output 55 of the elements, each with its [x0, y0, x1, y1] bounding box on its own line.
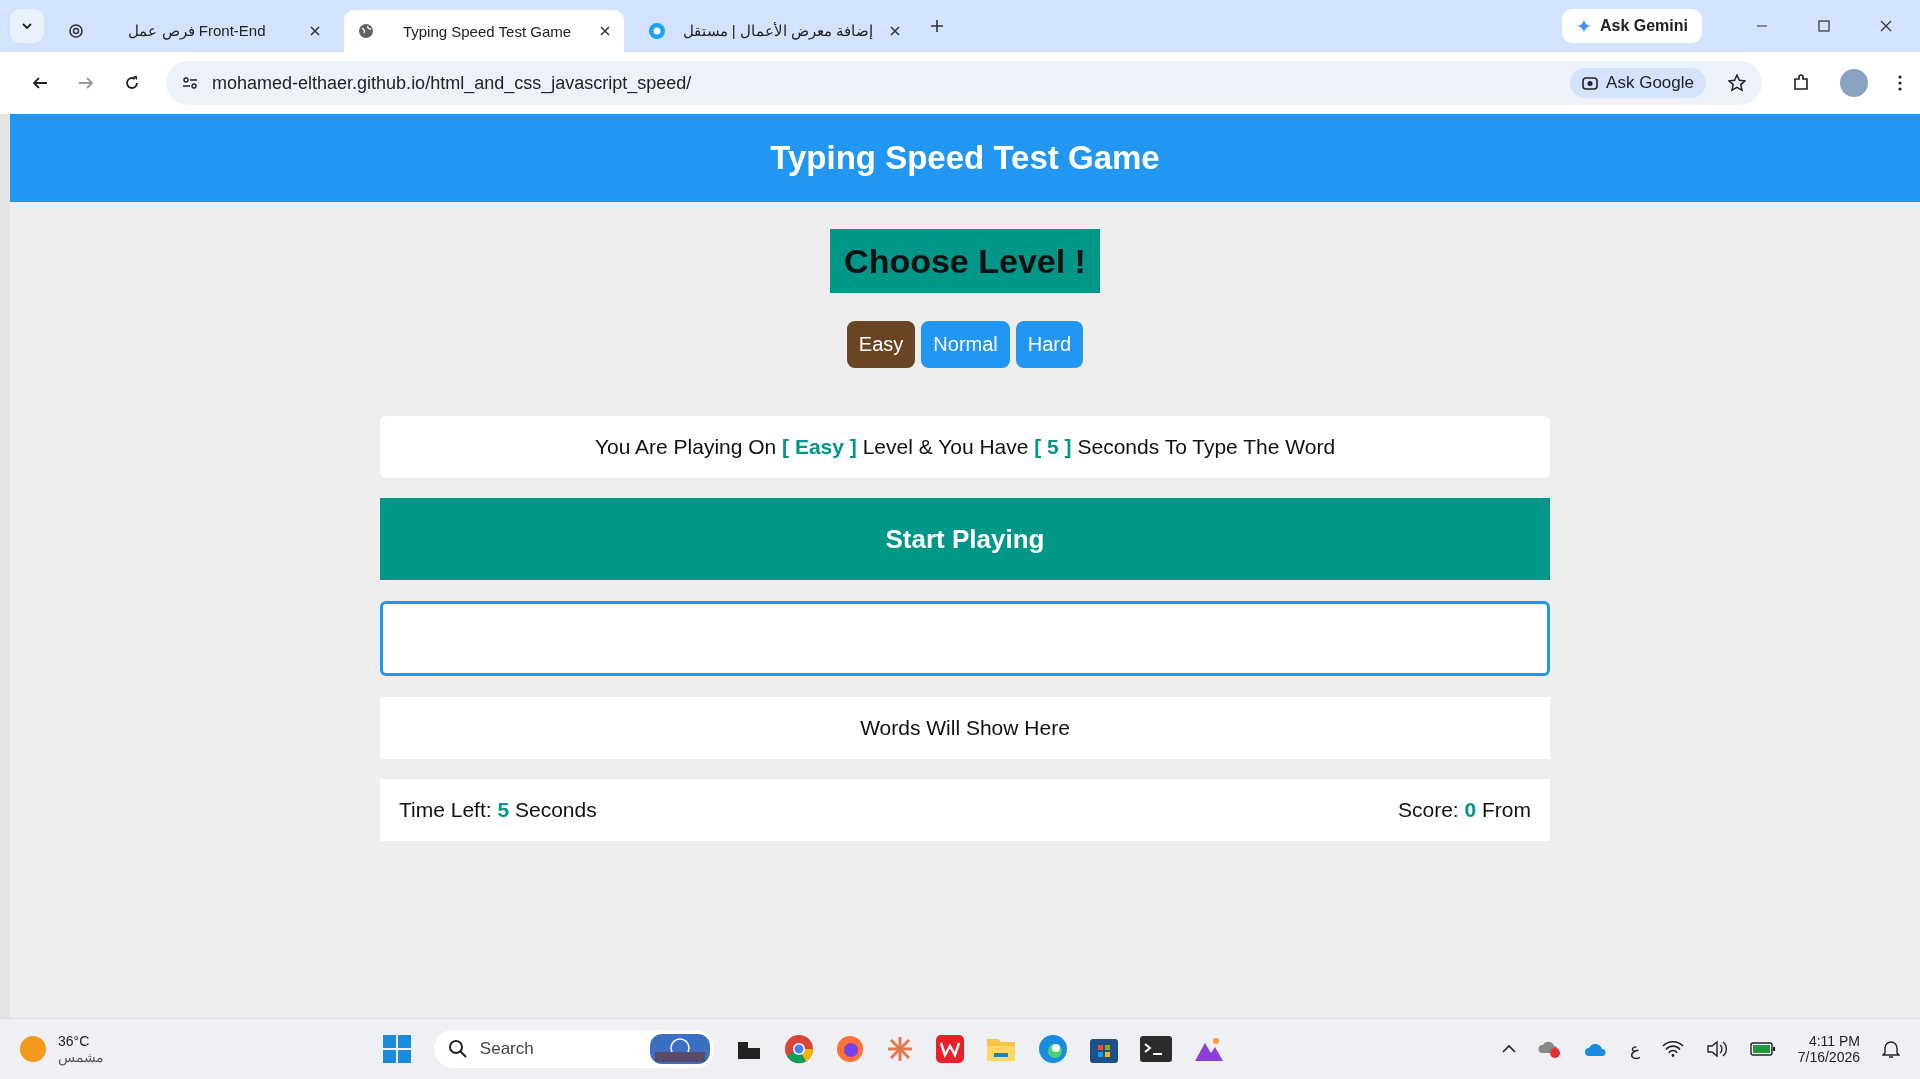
camera-icon: [1582, 75, 1599, 91]
office-app-icon[interactable]: [935, 1035, 964, 1063]
input-field[interactable]: [380, 601, 1550, 676]
maximize-icon[interactable]: [1818, 20, 1830, 32]
mountain-app-icon[interactable]: [1193, 1035, 1224, 1063]
browser-tab[interactable]: فرص عمل Front-End: [54, 10, 334, 52]
cloud-error-icon[interactable]: [1537, 1039, 1562, 1059]
back-icon[interactable]: [32, 75, 48, 91]
chevron-up-icon[interactable]: [1501, 1044, 1516, 1054]
page-header: Typing Speed Test Game: [10, 114, 1920, 202]
bell-icon[interactable]: [1882, 1039, 1900, 1059]
words-display: Words Will Show Here: [380, 697, 1550, 759]
temperature-text: 36°C: [58, 1033, 91, 1049]
taskbar-search-field[interactable]: Search: [433, 1030, 714, 1068]
tab-list-button[interactable]: [10, 9, 44, 43]
search-icon: [447, 1039, 468, 1059]
close-icon[interactable]: [600, 26, 610, 36]
profile-avatar[interactable]: [1840, 69, 1868, 97]
chevron-down-icon: [21, 20, 33, 32]
forward-icon[interactable]: [78, 75, 94, 91]
close-icon[interactable]: [1880, 20, 1892, 32]
weather-text: مشمس: [58, 1049, 104, 1065]
clock[interactable]: 4:11 PM 7/16/2026: [1797, 1033, 1860, 1065]
url-text: mohamed-elthaer.github.io/html_and_css_javascript_speed/: [212, 72, 692, 94]
close-icon[interactable]: [310, 26, 320, 36]
speaker-icon[interactable]: [1705, 1040, 1728, 1058]
score-text: Score: 0 From: [1397, 798, 1531, 822]
close-icon[interactable]: [890, 26, 900, 36]
language-indicator[interactable]: ع: [1629, 1038, 1640, 1060]
flower-icon[interactable]: [885, 1035, 914, 1063]
site-settings-icon[interactable]: [182, 75, 198, 91]
new-tab-icon[interactable]: [930, 19, 944, 33]
chrome-icon[interactable]: [783, 1034, 814, 1064]
windows-start-icon[interactable]: [381, 1034, 412, 1064]
terminal-icon[interactable]: [1139, 1036, 1172, 1062]
circle-icon: [648, 22, 666, 40]
browser-tab[interactable]: إضافة معرض الأعمال | مستقل: [634, 10, 914, 52]
level-message: You Are Playing On [ Easy ] Level & You Have [ 5 ] Seconds To Type The Word: [380, 416, 1550, 478]
ask-gemini-button[interactable]: Ask Gemini: [1561, 9, 1702, 43]
cloud-icon[interactable]: [1583, 1041, 1608, 1057]
address-bar[interactable]: mohamed-elthaer.github.io/html_and_css_javascript_speed/ Ask Google: [166, 61, 1762, 105]
ask-google-button[interactable]: Ask Google: [1570, 68, 1706, 98]
time-left-text: Time Left: 5 Seconds: [399, 798, 597, 822]
menu-icon[interactable]: [1898, 75, 1902, 91]
puzzle-icon[interactable]: [1792, 74, 1810, 92]
globe-icon: [358, 23, 374, 39]
reload-icon[interactable]: [124, 75, 140, 91]
wifi-icon[interactable]: [1661, 1041, 1684, 1057]
sun-icon: [20, 1036, 46, 1062]
browser-tab[interactable]: Typing Speed Test Game: [344, 10, 624, 52]
level-button[interactable]: Easy: [846, 321, 916, 368]
star-icon[interactable]: [1728, 74, 1746, 92]
battery-icon[interactable]: [1749, 1041, 1776, 1057]
start-playing-button[interactable]: Start Playing: [380, 498, 1550, 580]
choose-level-title: Choose Level !: [830, 229, 1100, 293]
